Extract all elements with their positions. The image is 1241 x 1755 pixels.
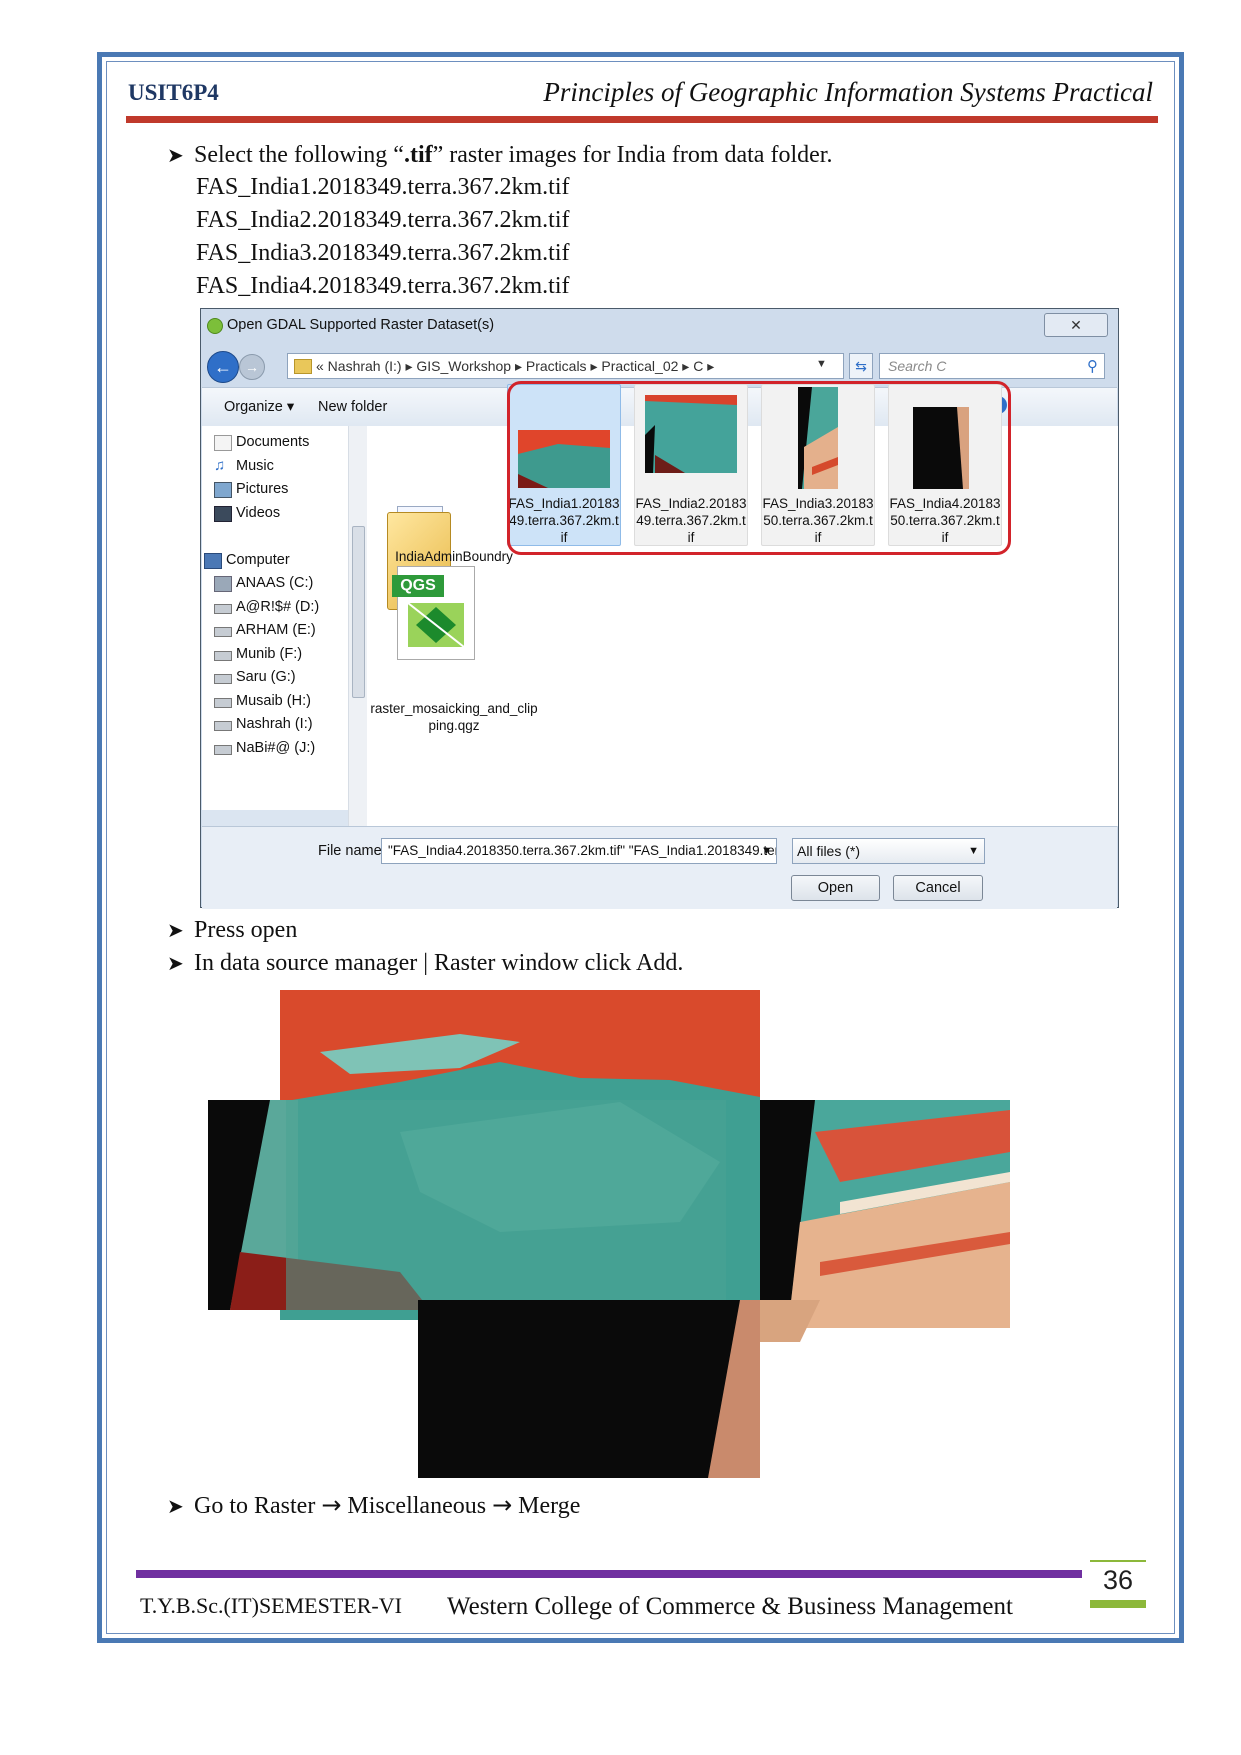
- pictures-icon: [214, 482, 232, 498]
- nav-scrollbar[interactable]: [348, 426, 367, 826]
- nav-item-pictures[interactable]: Pictures: [214, 481, 288, 498]
- step-add-raster: ➤ In data source manager | Raster window …: [167, 950, 684, 976]
- back-arrow-icon[interactable]: ←: [207, 351, 239, 383]
- scrollbar-thumb[interactable]: [352, 526, 365, 698]
- qgis-icon: [207, 318, 223, 334]
- file-name-input[interactable]: "FAS_India4.2018350.terra.367.2km.tif" "…: [381, 838, 777, 864]
- chevron-down-icon[interactable]: ▼: [816, 358, 827, 370]
- new-folder-button[interactable]: New folder: [318, 399, 387, 415]
- chevron-down-icon[interactable]: ▼: [968, 845, 979, 857]
- step-merge: ➤ Go to Raster → Miscellaneous → Merge: [167, 1491, 581, 1519]
- nav-item-drive[interactable]: A@R!$# (D:): [214, 599, 319, 615]
- music-icon: ♫: [214, 457, 226, 474]
- drive-icon: [214, 576, 232, 592]
- selection-highlight-box: [507, 381, 1011, 555]
- footer-semester: T.Y.B.Sc.(IT)SEMESTER-VI: [140, 1593, 402, 1618]
- footer-rule: [136, 1570, 1082, 1578]
- forward-arrow-icon[interactable]: →: [239, 354, 265, 380]
- folder-icon: [294, 359, 312, 374]
- qgs-tag: QGS: [392, 575, 444, 597]
- nav-item-music[interactable]: ♫ Music: [214, 458, 274, 474]
- cancel-button[interactable]: Cancel: [893, 875, 983, 901]
- bullet-arrow-icon: ➤: [167, 951, 184, 975]
- right-arrow-icon: →: [321, 1491, 342, 1519]
- navigation-pane: Documents ♫ Music Pictures Videos Compute…: [202, 426, 367, 834]
- open-button[interactable]: Open: [791, 875, 880, 901]
- drive-icon: [214, 604, 232, 614]
- page-header-title: Principles of Geographic Information Sys…: [543, 77, 1153, 107]
- search-placeholder: Search C: [888, 358, 947, 374]
- drive-icon: [214, 745, 232, 755]
- nav-item-drive[interactable]: ARHAM (E:): [214, 622, 316, 638]
- qgis-project-icon: [407, 602, 465, 648]
- step-select-tif: ➤ Select the following “.tif” raster imag…: [167, 142, 833, 168]
- close-button[interactable]: ✕: [1044, 313, 1108, 337]
- file-name-line: FAS_India1.2018349.terra.367.2km.tif: [196, 174, 570, 200]
- nav-item-drive[interactable]: Nashrah (I:): [214, 716, 313, 732]
- drive-icon: [214, 651, 232, 661]
- file-name-line: FAS_India4.2018349.terra.367.2km.tif: [196, 273, 570, 299]
- drive-icon: [214, 674, 232, 684]
- page-number: 36: [1102, 1565, 1134, 1595]
- page-number-rule: [1090, 1560, 1146, 1562]
- nav-item-videos[interactable]: Videos: [214, 505, 280, 522]
- header-rule: [126, 116, 1158, 123]
- dialog-bottom-bar: File name: "FAS_India4.2018350.terra.367…: [202, 826, 1117, 909]
- open-raster-dialog: Open GDAL Supported Raster Dataset(s) ✕ …: [200, 308, 1119, 909]
- nav-item-drive[interactable]: NaBi#@ (J:): [214, 740, 315, 756]
- address-bar[interactable]: « Nashrah (I:) ▸ GIS_Workshop ▸ Practica…: [287, 353, 844, 379]
- drive-icon: [214, 627, 232, 637]
- refresh-icon[interactable]: ⇆: [849, 353, 873, 379]
- drive-icon: [214, 698, 232, 708]
- dialog-title: Open GDAL Supported Raster Dataset(s): [227, 317, 495, 333]
- file-name-value: "FAS_India4.2018350.terra.367.2km.tif" "…: [388, 843, 776, 858]
- course-code: USIT6P4: [128, 80, 219, 105]
- step-press-open: ➤ Press open: [167, 917, 298, 943]
- qgz-file-label: raster_mosaicking_and_clipping.qgz: [370, 701, 538, 733]
- organize-button[interactable]: Organize ▾: [224, 399, 294, 415]
- file-type-select[interactable]: All files (*) ▼: [792, 838, 985, 864]
- computer-icon: [204, 553, 222, 569]
- file-type-value: All files (*): [797, 843, 861, 859]
- raster-mosaic-image: [208, 990, 1010, 1478]
- drive-icon: [214, 721, 232, 731]
- file-name-label: File name:: [318, 843, 386, 859]
- nav-item-drive[interactable]: Musaib (H:): [214, 693, 311, 709]
- bullet-arrow-icon: ➤: [167, 918, 184, 942]
- right-arrow-icon: →: [492, 1491, 513, 1519]
- nav-item-documents[interactable]: Documents: [214, 434, 309, 451]
- file-list: IndiaAdminBoundry QGS raster_mosaicking_…: [367, 381, 1118, 826]
- search-icon: ⚲: [1087, 358, 1098, 375]
- address-path: « Nashrah (I:) ▸ GIS_Workshop ▸ Practica…: [316, 358, 715, 374]
- file-name-line: FAS_India3.2018349.terra.367.2km.tif: [196, 240, 570, 266]
- nav-item-computer[interactable]: Computer: [204, 552, 290, 569]
- videos-icon: [214, 506, 232, 522]
- page-number-bar: [1090, 1600, 1146, 1608]
- bullet-arrow-icon: ➤: [167, 143, 184, 167]
- nav-item-drive[interactable]: ANAAS (C:): [214, 575, 313, 592]
- bullet-arrow-icon: ➤: [167, 1494, 184, 1518]
- documents-icon: [214, 435, 232, 451]
- footer-college: Western College of Commerce & Business M…: [447, 1593, 1013, 1620]
- chevron-down-icon[interactable]: ▼: [761, 845, 772, 857]
- search-input[interactable]: Search C ⚲: [879, 353, 1105, 379]
- nav-item-drive[interactable]: Munib (F:): [214, 646, 302, 662]
- nav-item-drive[interactable]: Saru (G:): [214, 669, 296, 685]
- file-name-line: FAS_India2.2018349.terra.367.2km.tif: [196, 207, 570, 233]
- qgz-file-icon[interactable]: QGS: [392, 566, 475, 660]
